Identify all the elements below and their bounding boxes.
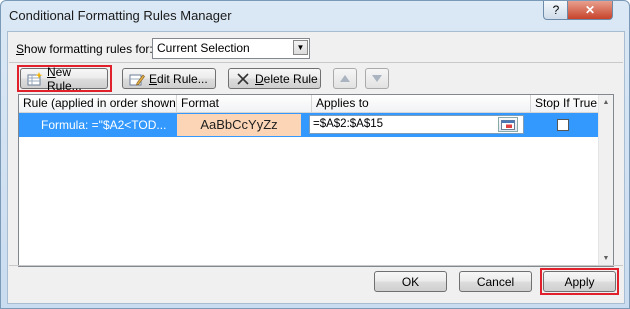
stop-if-true-checkbox[interactable] — [557, 119, 569, 131]
delete-rule-accel: D — [255, 71, 264, 86]
column-header-rule[interactable]: Rule (applied in order shown) — [19, 95, 177, 112]
ok-button[interactable]: OK — [374, 271, 447, 292]
move-down-button[interactable] — [365, 68, 389, 89]
scroll-up-icon[interactable]: ▲ — [599, 95, 613, 110]
edit-rule-text: dit Rule... — [157, 71, 208, 86]
column-header-format[interactable]: Format — [177, 95, 312, 112]
show-label-text: how formatting rules for: — [24, 42, 153, 56]
delete-rule-label: Delete Rule — [255, 72, 318, 86]
column-header-stop-if-true[interactable]: Stop If True — [531, 95, 599, 112]
rules-grid: Rule (applied in order shown) Format App… — [18, 94, 614, 267]
range-select-button[interactable] — [498, 117, 518, 132]
ok-label: OK — [401, 274, 420, 289]
grid-scrollbar[interactable]: ▲ ▼ — [598, 95, 613, 266]
scroll-down-icon[interactable]: ▼ — [599, 251, 613, 266]
cancel-label: Cancel — [476, 274, 515, 289]
close-icon: ✕ — [584, 3, 596, 17]
dialog-window: Conditional Formatting Rules Manager ? ✕… — [0, 0, 630, 309]
edit-rule-accel: E — [149, 71, 158, 86]
delete-rule-text: elete Rule — [263, 71, 318, 86]
triangle-down-icon — [372, 75, 382, 82]
edit-rule-button[interactable]: Edit Rule... — [122, 68, 216, 89]
rule-row[interactable]: Formula: ="$A2<TOD... AaBbCcYyZz =$A$2:$… — [19, 113, 599, 137]
show-rules-label: Show formatting rules for: — [16, 42, 153, 56]
grid-header: Rule (applied in order shown) Format App… — [19, 95, 599, 113]
cancel-button[interactable]: Cancel — [459, 271, 532, 292]
help-button[interactable]: ? — [543, 1, 569, 20]
rule-formula: Formula: ="$A2<TOD... — [41, 118, 167, 132]
show-label-accel: S — [16, 42, 25, 56]
title-bar: Conditional Formatting Rules Manager ? ✕ — [1, 1, 629, 31]
footer-divider — [9, 265, 623, 266]
edit-rule-icon — [129, 72, 145, 86]
scope-select[interactable]: Current Selection ▼ — [152, 38, 310, 59]
dialog-body: Show formatting rules for: Current Selec… — [7, 31, 625, 304]
applies-to-input[interactable]: =$A$2:$A$15 — [309, 115, 524, 134]
new-rule-highlight — [17, 65, 112, 92]
triangle-up-icon — [340, 75, 350, 82]
collapse-dialog-icon — [501, 119, 515, 130]
window-title: Conditional Formatting Rules Manager — [9, 8, 232, 23]
applies-to-value: =$A$2:$A$15 — [313, 118, 384, 130]
toolbar-divider — [9, 62, 623, 63]
chevron-down-icon[interactable]: ▼ — [293, 40, 308, 55]
help-icon: ? — [552, 3, 560, 17]
column-header-applies-to[interactable]: Applies to — [312, 95, 531, 112]
apply-highlight — [540, 268, 619, 295]
delete-rule-button[interactable]: Delete Rule — [228, 68, 321, 89]
close-button[interactable]: ✕ — [567, 1, 613, 20]
move-up-button[interactable] — [333, 68, 357, 89]
scope-select-value: Current Selection — [157, 41, 250, 55]
edit-rule-label: Edit Rule... — [149, 72, 208, 86]
delete-x-icon — [235, 72, 251, 86]
format-preview: AaBbCcYyZz — [177, 114, 301, 136]
